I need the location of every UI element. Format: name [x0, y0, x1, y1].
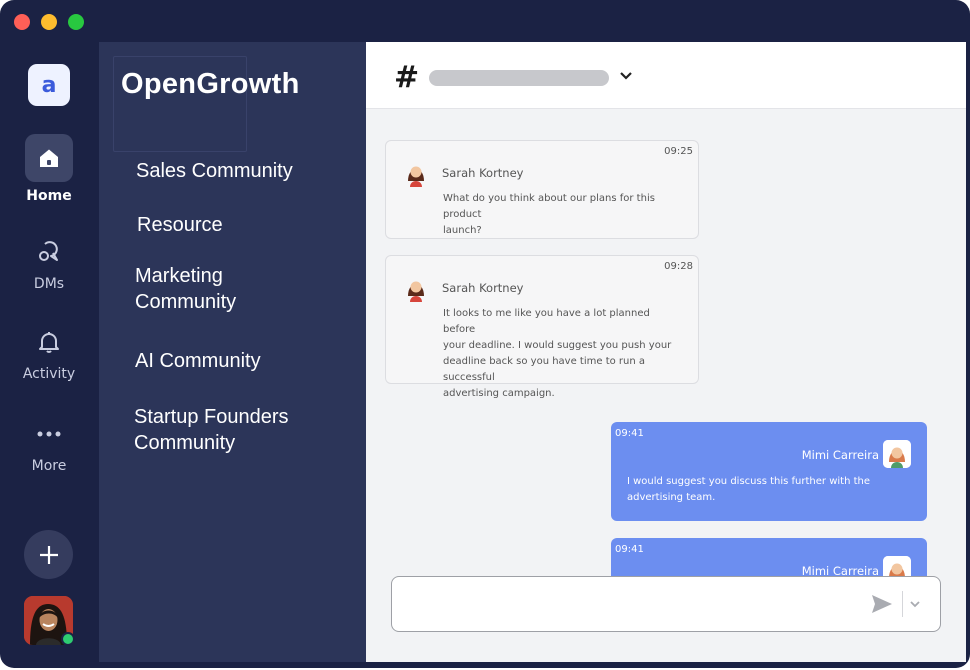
message-time: 09:41 — [615, 544, 644, 555]
close-window-button[interactable] — [14, 14, 30, 30]
channel-label: AI Community — [135, 350, 261, 372]
sender-avatar — [402, 159, 430, 187]
message-time: 09:25 — [664, 146, 693, 157]
channel-label-line-2: Community — [135, 291, 237, 313]
composer-divider — [902, 591, 903, 617]
message-line: advertising team. — [627, 492, 716, 503]
window-controls — [14, 14, 84, 30]
message-line: your deadline. I would suggest you push … — [443, 340, 672, 351]
maximize-window-button[interactable] — [68, 14, 84, 30]
message-line: What do you think about our plans for th… — [443, 193, 655, 220]
channel-item-resource[interactable]: Resource — [137, 212, 223, 238]
online-status-indicator — [61, 632, 75, 646]
message-line: I would suggest you discuss this further… — [627, 476, 870, 487]
message-outgoing: 09:41 Mimi Carreira I would suggest you … — [611, 422, 927, 521]
send-icon[interactable] — [870, 592, 894, 616]
message-list[interactable]: 09:25 Sarah Kortney What do you think ab… — [366, 110, 966, 576]
dms-icon — [0, 234, 98, 270]
message-line: deadline back so you have time to run a … — [443, 356, 646, 383]
rail-item-activity[interactable]: Activity — [0, 324, 98, 382]
channel-name-placeholder[interactable] — [429, 70, 609, 86]
message-input[interactable] — [402, 587, 842, 621]
message-time: 09:28 — [664, 261, 693, 272]
conversation-pane: # 09:25 Sarah Kortney What do you think … — [366, 42, 966, 662]
channel-label-line-1: Marketing — [135, 265, 223, 287]
rail-item-label: More — [31, 458, 67, 474]
plus-icon — [39, 545, 58, 564]
workspace-name[interactable]: OpenGrowth — [121, 68, 300, 101]
message-text: What do you think about our plans for th… — [443, 191, 684, 239]
add-button[interactable] — [24, 530, 73, 579]
chevron-down-icon[interactable] — [908, 597, 922, 611]
channel-item-marketing-community[interactable]: Marketing Community — [135, 263, 236, 315]
message-line: launch? — [443, 225, 482, 236]
channel-label-line-1: Startup Founders — [134, 406, 289, 428]
sender-name: Sarah Kortney — [442, 166, 524, 180]
rail-item-more[interactable]: More — [0, 416, 98, 474]
bell-icon — [0, 324, 98, 360]
message-outgoing: 09:41 Mimi Carreira — [611, 538, 927, 576]
message-composer — [391, 576, 941, 632]
message-incoming: 09:28 Sarah Kortney It looks to me like … — [385, 255, 699, 399]
sender-avatar — [402, 274, 430, 302]
channel-item-startup-founders-community[interactable]: Startup Founders Community — [134, 404, 289, 456]
message-incoming: 09:25 Sarah Kortney What do you think ab… — [385, 140, 699, 239]
sender-avatar — [883, 556, 911, 576]
app-logo[interactable]: a — [28, 64, 70, 106]
channel-header: # — [366, 42, 966, 109]
rail-item-label: Activity — [22, 366, 76, 382]
channel-label: Sales Community — [136, 160, 293, 182]
chevron-down-icon[interactable] — [618, 68, 634, 84]
channel-sidebar: OpenGrowth Sales Community Resource Mark… — [99, 42, 366, 662]
sender-name: Mimi Carreira — [801, 564, 879, 576]
message-line: It looks to me like you have a lot plann… — [443, 308, 650, 335]
rail-item-label: DMs — [33, 276, 65, 292]
nav-rail: a Home DMs Activity More — [0, 42, 98, 668]
app-window: a Home DMs Activity More OpenGrowth Sale… — [0, 0, 970, 668]
sender-avatar — [883, 440, 911, 468]
channel-item-ai-community[interactable]: AI Community — [135, 348, 261, 374]
sender-name: Mimi Carreira — [801, 448, 879, 462]
sender-name: Sarah Kortney — [442, 281, 524, 295]
message-text: I would suggest you discuss this further… — [627, 474, 887, 506]
more-icon — [0, 416, 98, 452]
hash-icon: # — [394, 60, 420, 95]
channel-label-line-2: Community — [134, 432, 236, 454]
minimize-window-button[interactable] — [41, 14, 57, 30]
channel-label: Resource — [137, 214, 223, 236]
rail-item-home[interactable]: Home — [0, 134, 98, 204]
message-time: 09:41 — [615, 428, 644, 439]
message-text: It looks to me like you have a lot plann… — [443, 306, 684, 402]
message-line: advertising campaign. — [443, 388, 555, 399]
rail-item-label: Home — [26, 188, 72, 204]
rail-item-dms[interactable]: DMs — [0, 234, 98, 292]
home-icon — [25, 134, 73, 182]
channel-item-sales-community[interactable]: Sales Community — [136, 158, 293, 184]
